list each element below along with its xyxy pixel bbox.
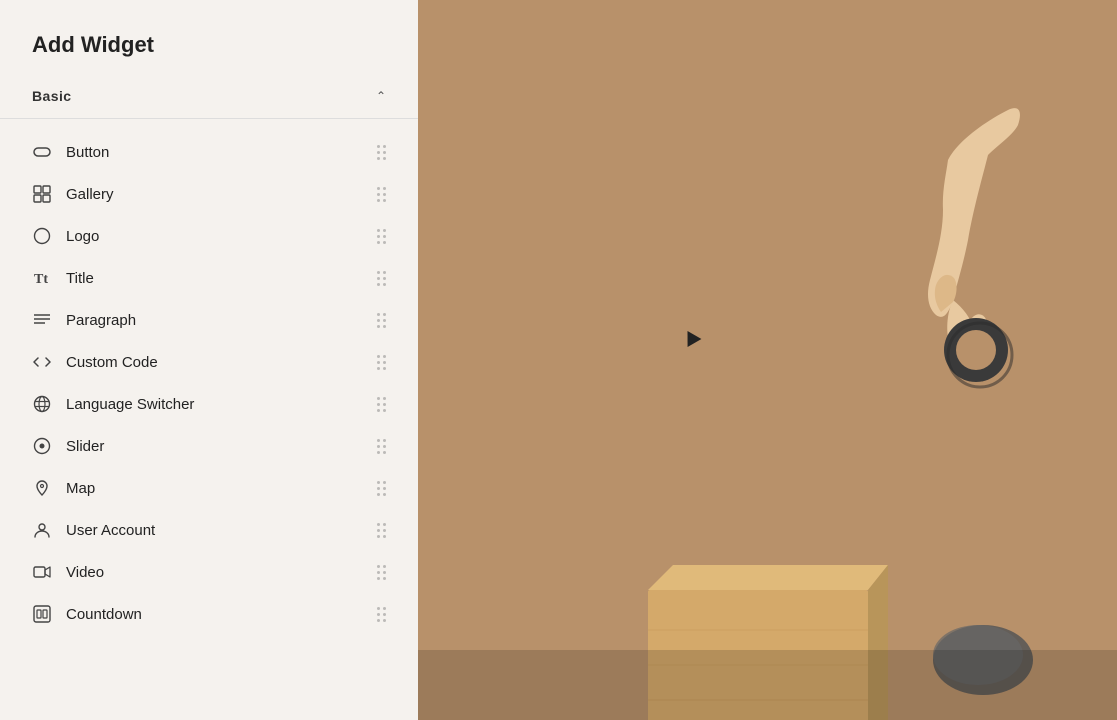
widget-label-gallery: Gallery bbox=[66, 186, 114, 203]
page-title: Add Widget bbox=[0, 32, 418, 78]
map-icon bbox=[32, 478, 52, 498]
section-divider bbox=[0, 118, 418, 119]
drag-handle-language-switcher bbox=[377, 397, 386, 412]
widget-label-slider: Slider bbox=[66, 438, 104, 455]
background-image bbox=[418, 0, 1117, 720]
drag-handle-paragraph bbox=[377, 313, 386, 328]
scene-illustration bbox=[418, 0, 1117, 720]
drag-handle-title bbox=[377, 271, 386, 286]
widget-label-logo: Logo bbox=[66, 228, 99, 245]
widget-label-map: Map bbox=[66, 480, 95, 497]
widget-item-map[interactable]: Map bbox=[0, 467, 418, 509]
drag-handle-video bbox=[377, 565, 386, 580]
sidebar: Add Widget Basic ⌃ Button bbox=[0, 0, 418, 720]
slider-icon bbox=[32, 436, 52, 456]
custom-code-icon bbox=[32, 352, 52, 372]
section-label: Basic bbox=[32, 88, 71, 104]
widget-label-button: Button bbox=[66, 144, 109, 161]
drag-handle-custom-code bbox=[377, 355, 386, 370]
widget-item-gallery[interactable]: Gallery bbox=[0, 173, 418, 215]
main-canvas bbox=[418, 0, 1117, 720]
drag-handle-button bbox=[377, 145, 386, 160]
widget-item-video[interactable]: Video bbox=[0, 551, 418, 593]
widget-label-title: Title bbox=[66, 270, 94, 287]
widget-item-slider[interactable]: Slider bbox=[0, 425, 418, 467]
chevron-up-icon: ⌃ bbox=[376, 89, 386, 103]
widget-label-language-switcher: Language Switcher bbox=[66, 396, 194, 413]
gallery-icon bbox=[32, 184, 52, 204]
button-icon bbox=[32, 142, 52, 162]
widget-label-countdown: Countdown bbox=[66, 606, 142, 623]
widget-label-custom-code: Custom Code bbox=[66, 354, 158, 371]
video-icon bbox=[32, 562, 52, 582]
user-account-icon bbox=[32, 520, 52, 540]
logo-icon bbox=[32, 226, 52, 246]
widget-item-logo[interactable]: Logo bbox=[0, 215, 418, 257]
widget-item-language-switcher[interactable]: Language Switcher bbox=[0, 383, 418, 425]
widget-label-paragraph: Paragraph bbox=[66, 312, 136, 329]
paragraph-icon bbox=[32, 310, 52, 330]
drag-handle-logo bbox=[377, 229, 386, 244]
widget-item-button[interactable]: Button bbox=[0, 131, 418, 173]
drag-handle-gallery bbox=[377, 187, 386, 202]
widget-item-countdown[interactable]: Countdown bbox=[0, 593, 418, 635]
svg-text:Tt: Tt bbox=[34, 272, 48, 287]
widget-item-custom-code[interactable]: Custom Code bbox=[0, 341, 418, 383]
countdown-icon bbox=[32, 604, 52, 624]
drag-handle-slider bbox=[377, 439, 386, 454]
language-switcher-icon bbox=[32, 394, 52, 414]
widget-list: Button Gallery bbox=[0, 123, 418, 643]
widget-label-user-account: User Account bbox=[66, 522, 155, 539]
widget-label-video: Video bbox=[66, 564, 104, 581]
basic-section-header[interactable]: Basic ⌃ bbox=[0, 78, 418, 114]
widget-item-paragraph[interactable]: Paragraph bbox=[0, 299, 418, 341]
title-icon: Tt bbox=[32, 268, 52, 288]
drag-handle-map bbox=[377, 481, 386, 496]
widget-item-title[interactable]: Tt Title bbox=[0, 257, 418, 299]
drag-handle-countdown bbox=[377, 607, 386, 622]
drag-handle-user-account bbox=[377, 523, 386, 538]
widget-item-user-account[interactable]: User Account bbox=[0, 509, 418, 551]
